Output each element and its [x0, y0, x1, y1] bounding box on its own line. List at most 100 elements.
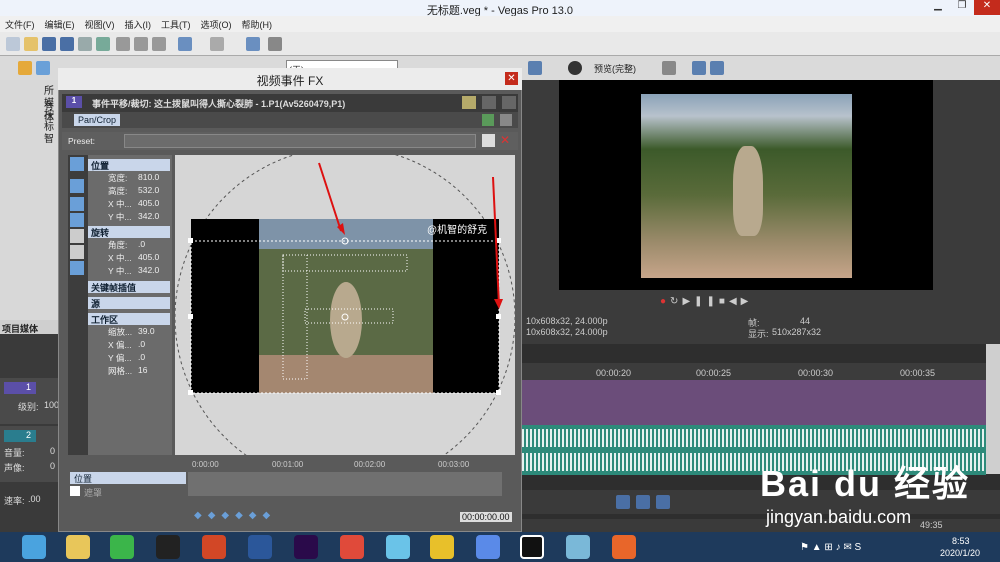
watermark-brand: Bai du 经验	[760, 463, 971, 504]
menu-help[interactable]: 帮助(H)	[237, 16, 278, 33]
redo-icon[interactable]	[210, 37, 224, 51]
rate-value[interactable]: .00	[28, 494, 41, 504]
chrome-icon[interactable]	[430, 535, 454, 559]
kf-ruler[interactable]: 0:00:00 00:01:00 00:02:00 00:03:00	[188, 460, 502, 470]
menu-insert[interactable]: 插入(I)	[120, 16, 157, 33]
save-preset-icon[interactable]	[482, 134, 495, 147]
selection-edit-icon[interactable]	[656, 495, 670, 509]
new-icon[interactable]	[6, 37, 20, 51]
explorer-icon[interactable]	[36, 61, 50, 75]
ruler-tick-35: 00:00:35	[900, 368, 936, 378]
menu-edit[interactable]: 编辑(E)	[40, 16, 80, 33]
wechat-icon[interactable]	[110, 535, 134, 559]
bypass-icon[interactable]	[462, 96, 476, 109]
volume-value[interactable]: 0	[50, 446, 55, 456]
envelope-tool-icon[interactable]	[268, 37, 282, 51]
pan-crop-tools	[68, 155, 88, 455]
video-watermark: @机智的舒克	[427, 225, 488, 236]
menu-options[interactable]: 选项(O)	[196, 16, 237, 33]
vegas-taskbar-icon[interactable]	[520, 535, 544, 559]
section-rotation[interactable]: 旋转	[88, 226, 170, 238]
app-icon-3[interactable]	[476, 535, 500, 559]
project-media-tab[interactable]: 项目媒体	[0, 320, 60, 334]
menu-file[interactable]: 文件(F)	[0, 16, 40, 33]
kf-track-position[interactable]: 位置	[70, 472, 186, 484]
preset-dropdown[interactable]	[124, 134, 476, 148]
search-icon[interactable]	[22, 535, 46, 559]
snap-grid-icon[interactable]	[70, 261, 84, 275]
tray-icons[interactable]: ⚑ ▲ ⊞ ♪ ✉ S	[800, 542, 920, 556]
plugins-icon[interactable]	[502, 96, 516, 109]
level-value[interactable]: 100	[44, 400, 59, 410]
restore-button[interactable]: ❐	[950, 0, 974, 15]
chain-icon[interactable]	[482, 96, 496, 109]
copy-snapshot-icon[interactable]	[710, 61, 724, 75]
section-source[interactable]: 源	[88, 297, 170, 309]
section-position[interactable]: 位置	[88, 159, 170, 171]
fx-icon[interactable]	[18, 61, 32, 75]
transport-controls[interactable]: ●↻▶❚❚■◀▶	[660, 296, 830, 308]
kf-timeline[interactable]	[188, 472, 502, 496]
video-track-header: 1 级别: 100	[0, 378, 60, 424]
pan-value[interactable]: 0	[50, 461, 55, 471]
overlay-icon[interactable]	[662, 61, 676, 75]
menu-view[interactable]: 视图(V)	[80, 16, 120, 33]
properties-icon[interactable]	[96, 37, 110, 51]
preview-info-1: 10x608x32, 24.000p	[526, 316, 608, 326]
render-icon[interactable]	[78, 37, 92, 51]
prop-x-center: X 中... 405.0	[108, 198, 160, 209]
powerpoint-icon[interactable]	[202, 535, 226, 559]
minimize-button[interactable]: ▁	[926, 0, 950, 15]
prop-width: 宽度: 810.0	[108, 172, 160, 183]
preview-quality[interactable]: 预览(完整)	[594, 62, 636, 75]
loop-icon: ↻	[670, 296, 683, 307]
paste-icon[interactable]	[152, 37, 166, 51]
remove-plugin-icon[interactable]	[500, 114, 512, 126]
premiere-icon[interactable]	[294, 535, 318, 559]
move-tool-icon[interactable]	[70, 157, 84, 171]
tree-item-smart[interactable]: 智	[44, 130, 54, 145]
close-icon[interactable]: ✕	[974, 0, 1000, 15]
snapshot-icon[interactable]	[692, 61, 706, 75]
save-as-icon[interactable]	[60, 37, 74, 51]
handle-tl	[188, 238, 193, 243]
section-workspace[interactable]: 工作区	[88, 313, 170, 325]
explorer-taskbar-icon[interactable]	[66, 535, 90, 559]
edit-tool-icon[interactable]	[246, 37, 260, 51]
pan-crop-canvas[interactable]: @机智的舒克	[175, 155, 515, 455]
dialog-close-button[interactable]: ✕	[505, 72, 518, 85]
envelope-edit-icon[interactable]	[636, 495, 650, 509]
mask-checkbox[interactable]	[70, 486, 80, 496]
app-icon-5[interactable]	[612, 535, 636, 559]
plugin-pan-crop[interactable]: Pan/Crop	[74, 114, 121, 126]
add-plugin-icon[interactable]	[482, 114, 494, 126]
save-icon[interactable]	[42, 37, 56, 51]
timeline-ruler[interactable]: 00:00:20 00:00:25 00:00:30 00:00:35	[522, 363, 986, 381]
cut-icon[interactable]	[116, 37, 130, 51]
mask-view-icon[interactable]	[70, 245, 84, 259]
undo-icon[interactable]	[178, 37, 192, 51]
app-icon-2[interactable]	[386, 535, 410, 559]
app-icon-4[interactable]	[566, 535, 590, 559]
delete-preset-icon[interactable]: ✕	[500, 133, 510, 147]
normal-view-icon[interactable]	[70, 229, 84, 243]
normal-edit-icon[interactable]	[616, 495, 630, 509]
kf-time[interactable]: 00:00:00.00	[460, 512, 512, 522]
menu-tools[interactable]: 工具(T)	[156, 16, 196, 33]
kf-nav-buttons[interactable]: ◆◆◆◆◆◆	[194, 510, 276, 521]
zoom-tool-icon[interactable]	[70, 197, 84, 211]
preview-mode-icon[interactable]	[568, 61, 582, 75]
select-tool-icon[interactable]	[70, 179, 84, 193]
split-screen-icon[interactable]	[528, 61, 542, 75]
prev-frame-icon: ◀	[728, 296, 741, 307]
open-icon[interactable]	[24, 37, 38, 51]
section-keyframe-interp[interactable]: 关键帧插值	[88, 281, 170, 293]
video-event[interactable]	[522, 380, 986, 425]
copy-icon[interactable]	[134, 37, 148, 51]
timeline-scrollbar[interactable]	[986, 344, 1000, 474]
mask-tool-icon[interactable]	[70, 213, 84, 227]
word-icon[interactable]	[248, 535, 272, 559]
source-image-sky	[259, 219, 433, 249]
app-icon-1[interactable]	[340, 535, 364, 559]
qq-icon[interactable]	[156, 535, 180, 559]
